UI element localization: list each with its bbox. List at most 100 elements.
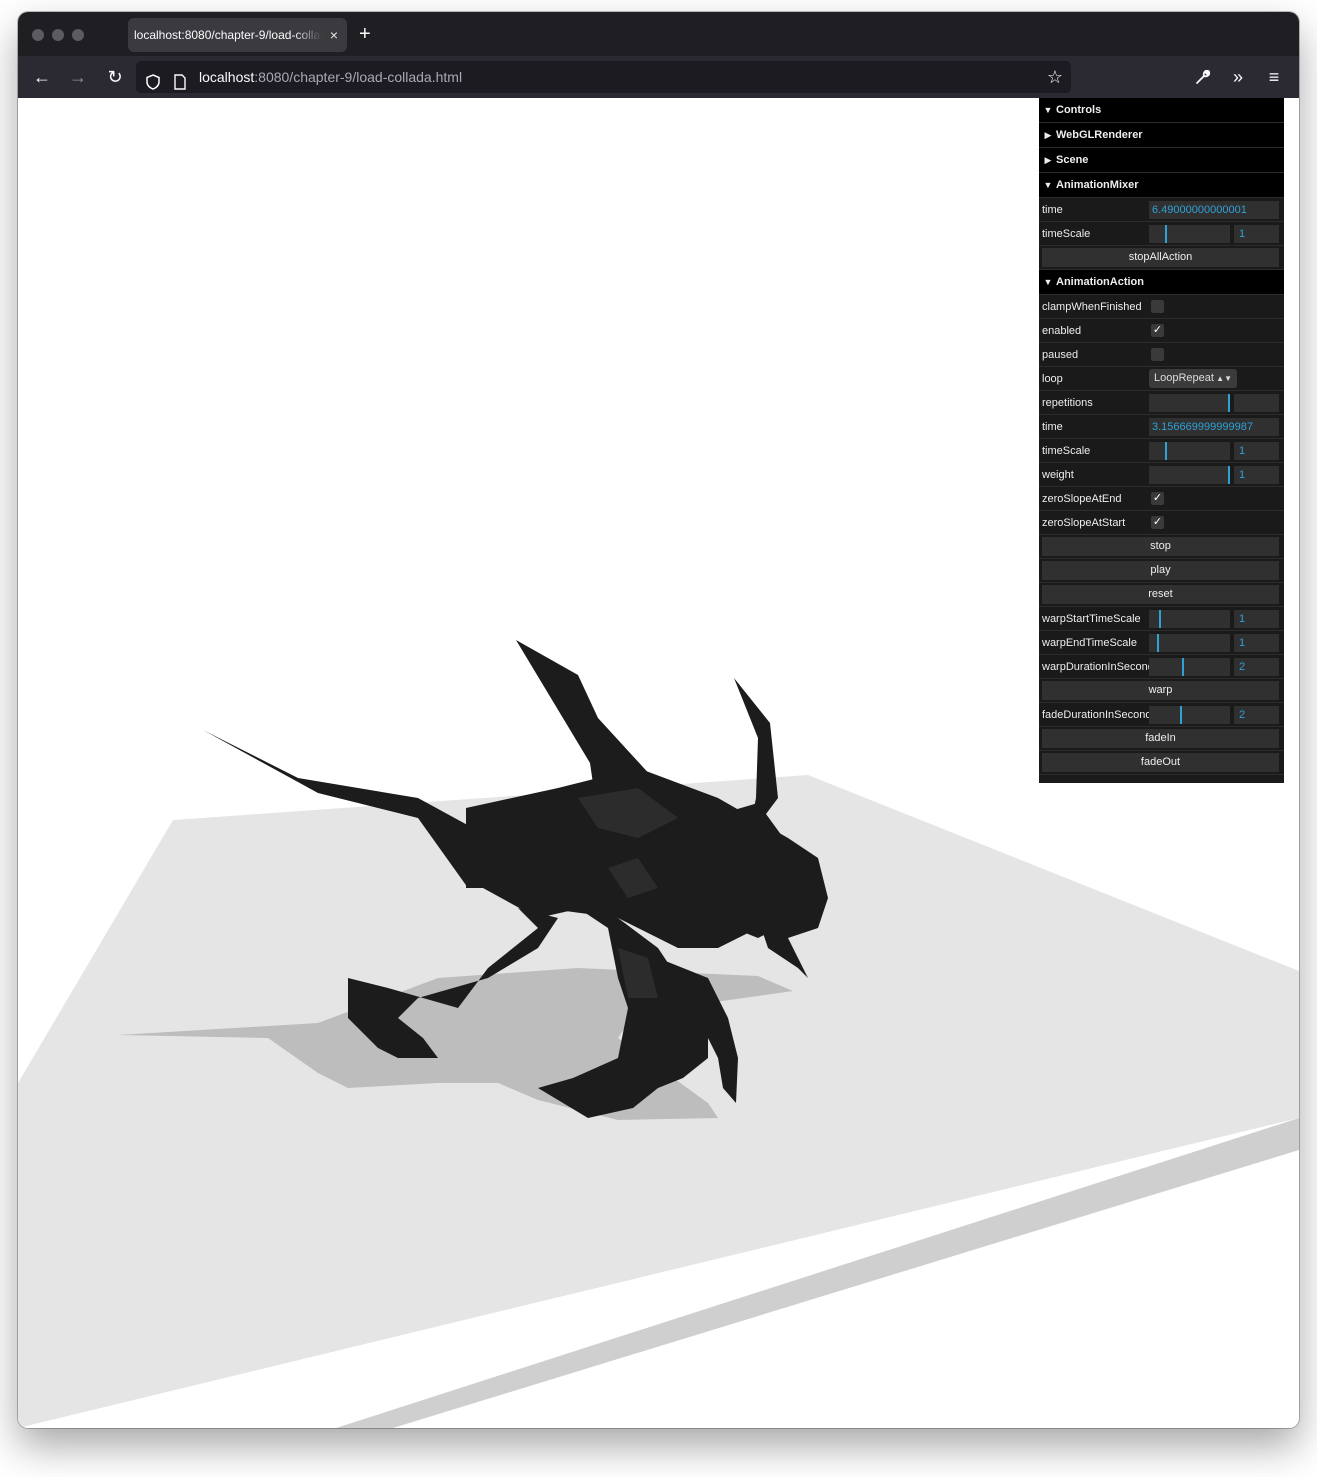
- repetitions-slider[interactable]: [1149, 394, 1230, 412]
- clamp-checkbox[interactable]: [1151, 300, 1164, 313]
- loop-select[interactable]: LoopRepeat ▲▼: [1149, 369, 1237, 388]
- slider-thumb[interactable]: [1165, 442, 1167, 460]
- enabled-checkbox[interactable]: ✓: [1151, 324, 1164, 337]
- zero-slope-end-checkbox[interactable]: ✓: [1151, 492, 1164, 505]
- webgl-canvas[interactable]: ▼ Controls ▶ WebGLRenderer ▶ Scene ▼ Animati…: [18, 98, 1299, 1428]
- back-icon[interactable]: ←: [30, 65, 54, 89]
- mixer-time-row: time 6.49000000000001: [1039, 198, 1284, 222]
- fade-out-row: fadeOut: [1039, 751, 1284, 775]
- navigation-bar: ← → ↻ localhost:8080/chapter-9/load-coll…: [18, 56, 1299, 98]
- warp-button[interactable]: warp: [1042, 681, 1279, 700]
- slider-thumb[interactable]: [1165, 225, 1167, 243]
- stop-all-row: stopAllAction: [1039, 246, 1284, 270]
- tab-title: localhost:8080/chapter-9/load-collada.ht…: [134, 28, 322, 42]
- slider-thumb[interactable]: [1159, 610, 1161, 628]
- repetitions-input[interactable]: [1234, 394, 1279, 412]
- overflow-chevron-icon[interactable]: »: [1226, 65, 1250, 89]
- fade-duration-input[interactable]: 2: [1234, 706, 1279, 724]
- slider-thumb[interactable]: [1180, 706, 1182, 724]
- paused-checkbox[interactable]: [1151, 348, 1164, 361]
- repetitions-row: repetitions: [1039, 391, 1284, 415]
- clamp-row: clampWhenFinished: [1039, 295, 1284, 319]
- warp-end-label: warpEndTimeScale: [1042, 637, 1137, 649]
- chevron-down-icon: ▼: [1043, 180, 1053, 190]
- url-host: localhost: [199, 69, 255, 85]
- zero-slope-end-row: zeroSlopeAtEnd ✓: [1039, 487, 1284, 511]
- shield-icon[interactable]: [145, 69, 161, 90]
- action-time-row: time 3.156669999999987: [1039, 415, 1284, 439]
- zero-slope-start-label: zeroSlopeAtStart: [1042, 517, 1126, 529]
- warp-start-input[interactable]: 1: [1234, 610, 1279, 628]
- play-button[interactable]: play: [1042, 561, 1279, 580]
- warp-end-input[interactable]: 1: [1234, 634, 1279, 652]
- url-path: :8080/chapter-9/load-collada.html: [254, 69, 463, 85]
- fade-in-button[interactable]: fadeIn: [1042, 729, 1279, 748]
- zoom-window-button[interactable]: [72, 29, 84, 41]
- fade-out-button[interactable]: fadeOut: [1042, 753, 1279, 772]
- warp-start-row: warpStartTimeScale 1: [1039, 607, 1284, 631]
- slider-thumb[interactable]: [1228, 394, 1230, 412]
- action-timescale-input[interactable]: 1: [1234, 442, 1279, 460]
- action-timescale-slider[interactable]: [1149, 442, 1230, 460]
- minimize-window-button[interactable]: [52, 29, 64, 41]
- reset-row: reset: [1039, 583, 1284, 607]
- folder-scene[interactable]: ▶ Scene: [1039, 148, 1284, 173]
- warp-row: warp: [1039, 679, 1284, 703]
- menu-icon[interactable]: ≡: [1262, 65, 1286, 89]
- warp-duration-slider[interactable]: [1149, 658, 1230, 676]
- weight-input[interactable]: 1: [1234, 466, 1279, 484]
- zero-slope-end-label: zeroSlopeAtEnd: [1042, 493, 1122, 505]
- close-tab-icon[interactable]: ×: [330, 18, 338, 52]
- folder-animationaction[interactable]: ▼ AnimationAction: [1039, 270, 1284, 295]
- folder-controls[interactable]: ▼ Controls: [1039, 98, 1284, 123]
- paused-row: paused: [1039, 343, 1284, 367]
- fade-duration-row: fadeDurationInSeconds 2: [1039, 703, 1284, 727]
- warp-start-label: warpStartTimeScale: [1042, 613, 1141, 625]
- select-arrows-icon: ▲▼: [1216, 374, 1232, 383]
- fade-duration-slider[interactable]: [1149, 706, 1230, 724]
- folder-title: AnimationAction: [1056, 276, 1144, 288]
- slider-thumb[interactable]: [1157, 634, 1159, 652]
- weight-label: weight: [1042, 469, 1074, 481]
- close-window-button[interactable]: [32, 29, 44, 41]
- action-time-input[interactable]: 3.156669999999987: [1149, 418, 1279, 436]
- wrench-icon[interactable]: [1191, 65, 1215, 89]
- warp-duration-input[interactable]: 2: [1234, 658, 1279, 676]
- stop-all-action-button[interactable]: stopAllAction: [1042, 248, 1279, 267]
- stop-button[interactable]: stop: [1042, 537, 1279, 556]
- weight-slider[interactable]: [1149, 466, 1230, 484]
- mixer-timescale-slider[interactable]: [1149, 225, 1230, 243]
- browser-tab[interactable]: localhost:8080/chapter-9/load-collada.ht…: [128, 18, 347, 52]
- tab-bar: localhost:8080/chapter-9/load-collada.ht…: [18, 12, 1299, 56]
- new-tab-button[interactable]: +: [359, 23, 371, 45]
- warp-start-slider[interactable]: [1149, 610, 1230, 628]
- reset-button[interactable]: reset: [1042, 585, 1279, 604]
- slider-thumb[interactable]: [1228, 466, 1230, 484]
- warp-end-slider[interactable]: [1149, 634, 1230, 652]
- folder-webglrenderer[interactable]: ▶ WebGLRenderer: [1039, 123, 1284, 148]
- warp-duration-label: warpDurationInSeconds: [1042, 661, 1160, 673]
- action-timescale-row: timeScale 1: [1039, 439, 1284, 463]
- url-text[interactable]: localhost:8080/chapter-9/load-collada.ht…: [199, 61, 462, 93]
- forward-icon[interactable]: →: [66, 65, 90, 89]
- reload-icon[interactable]: ↻: [103, 65, 127, 89]
- loop-selected-value: LoopRepeat: [1154, 372, 1214, 384]
- mixer-timescale-input[interactable]: 1: [1234, 225, 1279, 243]
- mixer-time-input[interactable]: 6.49000000000001: [1149, 201, 1279, 219]
- enabled-label: enabled: [1042, 325, 1082, 337]
- url-bar[interactable]: localhost:8080/chapter-9/load-collada.ht…: [136, 61, 1071, 93]
- folder-title: Scene: [1056, 154, 1089, 166]
- page-icon: [173, 69, 187, 90]
- loop-label: loop: [1042, 373, 1063, 385]
- mixer-time-label: time: [1042, 204, 1063, 216]
- bookmark-star-icon[interactable]: ☆: [1047, 61, 1063, 93]
- folder-animationmixer[interactable]: ▼ AnimationMixer: [1039, 173, 1284, 198]
- warp-end-row: warpEndTimeScale 1: [1039, 631, 1284, 655]
- mixer-timescale-row: timeScale 1: [1039, 222, 1284, 246]
- loop-row: loop LoopRepeat ▲▼: [1039, 367, 1284, 391]
- slider-thumb[interactable]: [1182, 658, 1184, 676]
- action-timescale-label: timeScale: [1042, 445, 1091, 457]
- zero-slope-start-checkbox[interactable]: ✓: [1151, 516, 1164, 529]
- dat-gui-panel: ▼ Controls ▶ WebGLRenderer ▶ Scene ▼ Animati…: [1039, 98, 1284, 783]
- chevron-right-icon: ▶: [1044, 155, 1052, 165]
